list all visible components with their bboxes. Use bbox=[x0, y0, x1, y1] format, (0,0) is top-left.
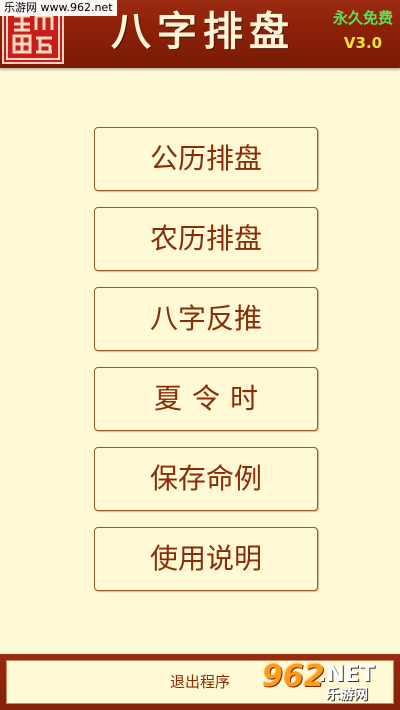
solar-chart-button[interactable]: 公历排盘 bbox=[94, 127, 318, 191]
header-bar: 乐游网 www.962.net 八字排盘 永久免费 V3.0 bbox=[0, 0, 400, 68]
watermark-net: .NET bbox=[318, 662, 375, 687]
version-label: V3.0 bbox=[343, 34, 383, 52]
watermark-number: 962 bbox=[262, 659, 325, 694]
instructions-button[interactable]: 使用说明 bbox=[94, 527, 318, 591]
daylight-saving-button[interactable]: 夏令时 bbox=[94, 367, 318, 431]
site-watermark-logo: 962 .NET 乐游网 bbox=[262, 660, 396, 706]
site-watermark-text: 乐游网 www.962.net bbox=[0, 0, 117, 16]
lunar-chart-button[interactable]: 农历排盘 bbox=[94, 207, 318, 271]
free-badge: 永久免费 bbox=[332, 9, 393, 27]
save-cases-button[interactable]: 保存命例 bbox=[94, 447, 318, 511]
bazi-reverse-button[interactable]: 八字反推 bbox=[94, 287, 318, 351]
app-title: 八字排盘 bbox=[111, 8, 295, 55]
watermark-name: 乐游网 bbox=[326, 687, 368, 703]
